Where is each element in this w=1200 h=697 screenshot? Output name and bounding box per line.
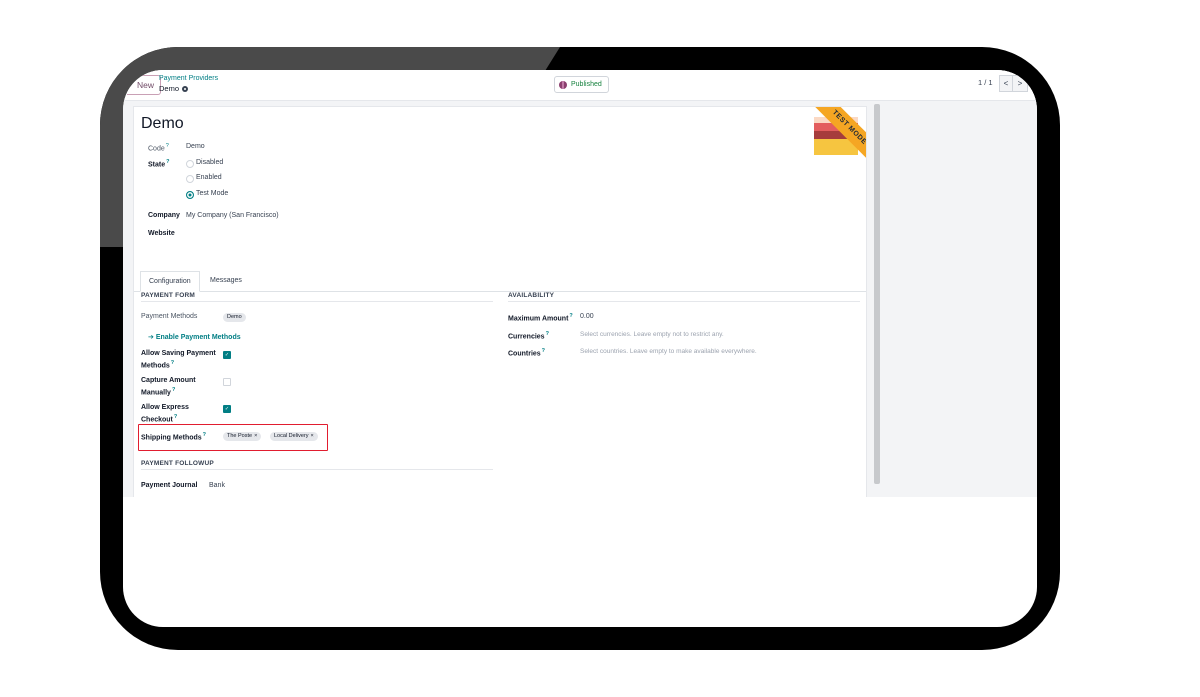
express-checkbox[interactable]: ✓ [223, 405, 231, 413]
published-label: Published [571, 81, 602, 88]
payment-journal-label: Payment Journal [141, 482, 198, 489]
notebook-tabs: Configuration Messages [134, 271, 866, 292]
enable-payment-methods-link[interactable]: ➔ Enable Payment Methods [148, 333, 241, 341]
help-icon[interactable]: ? [174, 414, 177, 420]
arrow-right-icon: ➔ [148, 334, 156, 341]
state-radio-disabled[interactable] [186, 160, 194, 168]
published-button[interactable]: Published [554, 76, 609, 93]
express-label-2: Checkout? [141, 414, 178, 424]
gear-icon[interactable] [182, 85, 189, 92]
allow-saving-label-2: Methods? [141, 360, 175, 370]
code-value: Demo [186, 143, 205, 150]
help-icon[interactable]: ? [171, 360, 174, 366]
help-icon[interactable]: ? [569, 313, 572, 319]
tab-configuration[interactable]: Configuration [140, 271, 200, 292]
new-button[interactable]: New [127, 75, 162, 95]
currencies-label: Currencies? [508, 331, 549, 341]
shipping-methods-highlight [138, 424, 328, 451]
currencies-input[interactable]: Select currencies. Leave empty not to re… [580, 331, 724, 338]
form-sheet: TEST MODE Demo Code? Demo State? Disable… [133, 106, 867, 497]
help-icon[interactable]: ? [546, 331, 549, 337]
section-divider [141, 301, 493, 302]
payment-form-section: PAYMENT FORM [141, 292, 196, 299]
payment-methods-label: Payment Methods [141, 313, 198, 320]
max-amount-label: Maximum Amount? [508, 313, 573, 323]
max-amount-value[interactable]: 0.00 [580, 313, 594, 320]
help-icon[interactable]: ? [166, 159, 169, 165]
globe-icon [559, 80, 567, 89]
form-scrollbar[interactable] [874, 104, 880, 484]
odoo-app: New Payment Providers Demo Published 1 /… [123, 70, 1037, 497]
company-label: Company [148, 212, 180, 219]
payment-journal-value[interactable]: Bank [209, 482, 225, 489]
breadcrumb-current-label: Demo [159, 84, 180, 93]
countries-input[interactable]: Select countries. Leave empty to make av… [580, 348, 757, 355]
capture-checkbox[interactable] [223, 378, 231, 386]
screen: New Payment Providers Demo Published 1 /… [123, 70, 1037, 627]
breadcrumb-current: Demo [159, 84, 189, 93]
help-icon[interactable]: ? [542, 348, 545, 354]
allow-saving-label: Allow Saving Payment [141, 350, 216, 357]
payment-followup-section: PAYMENT FOLLOWUP [141, 460, 214, 467]
section-divider [141, 469, 493, 470]
express-label: Allow Express [141, 404, 189, 411]
state-option-test-mode[interactable]: Test Mode [196, 190, 228, 197]
code-label: Code? [148, 143, 169, 153]
availability-section: AVAILABILITY [508, 292, 555, 299]
help-icon[interactable]: ? [172, 387, 175, 393]
pager-previous-button[interactable]: < [999, 75, 1013, 92]
pager-value[interactable]: 1 / 1 [978, 78, 993, 87]
state-radio-enabled[interactable] [186, 175, 194, 183]
control-panel: New Payment Providers Demo Published 1 /… [123, 70, 1037, 101]
section-divider [508, 301, 860, 302]
website-label: Website [148, 230, 175, 237]
help-icon[interactable]: ? [166, 143, 169, 149]
payment-method-tag[interactable]: Demo [223, 313, 246, 322]
allow-saving-checkbox[interactable]: ✓ [223, 351, 231, 359]
tab-messages[interactable]: Messages [202, 271, 250, 291]
state-radio-test-mode[interactable] [186, 191, 194, 199]
capture-label: Capture Amount [141, 377, 196, 384]
record-title[interactable]: Demo [141, 115, 184, 133]
breadcrumb-parent[interactable]: Payment Providers [159, 75, 218, 82]
countries-label: Countries? [508, 348, 546, 358]
state-option-disabled[interactable]: Disabled [196, 159, 223, 166]
state-option-enabled[interactable]: Enabled [196, 174, 222, 181]
company-value[interactable]: My Company (San Francisco) [186, 212, 279, 219]
state-label: State? [148, 159, 170, 169]
pager-next-button[interactable]: > [1012, 75, 1028, 92]
capture-label-2: Manually? [141, 387, 176, 397]
